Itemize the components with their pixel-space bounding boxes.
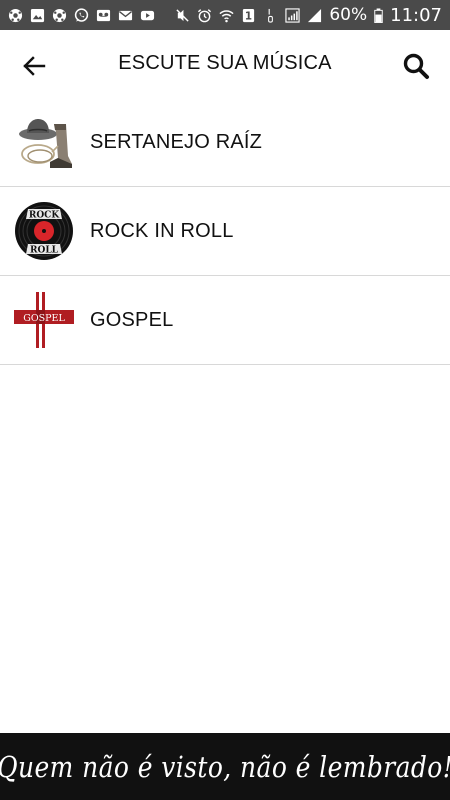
banner-slogan: Quem não é visto, não é lembrado! xyxy=(0,749,450,784)
record-label-bottom: ROLL xyxy=(30,246,59,256)
battery-percentage: 60% xyxy=(329,5,368,25)
footer-banner[interactable]: Quem não é visto, não é lembrado! xyxy=(0,733,450,800)
cowboy-hat-icon xyxy=(14,112,74,172)
record-label-top: ROCK xyxy=(29,211,60,221)
voicemail-icon xyxy=(96,8,111,23)
list-item-sertanejo-raiz[interactable]: SERTANEJO RAÍZ xyxy=(0,98,450,187)
soccer-ball-icon xyxy=(8,8,23,23)
alarm-icon xyxy=(197,8,212,23)
nfc-mute-icon xyxy=(175,8,190,23)
email-icon xyxy=(118,8,133,23)
sim-slot-number: 1 xyxy=(245,10,252,22)
gospel-thumb-text: GOSPEL xyxy=(23,313,65,324)
youtube-icon xyxy=(140,8,155,23)
gospel-cross-icon: GOSPEL xyxy=(14,290,74,350)
status-bar: 1 60% 11:07 xyxy=(0,0,450,30)
search-icon xyxy=(400,53,432,86)
sim-slot-icon: 1 xyxy=(241,8,256,23)
back-button[interactable] xyxy=(16,48,52,84)
notification-icons xyxy=(8,7,155,23)
soccer-ball-icon-2 xyxy=(52,8,67,23)
hd-voice-icon xyxy=(263,8,278,23)
list-item-gospel[interactable]: GOSPEL GOSPEL xyxy=(0,276,450,365)
list-item-label: GOSPEL xyxy=(90,308,174,331)
whatsapp-icon xyxy=(74,7,89,23)
search-button[interactable] xyxy=(400,50,432,82)
genre-list: SERTANEJO RAÍZ ROCK ROLL ROCK IN ROLL GO… xyxy=(0,98,450,365)
system-icons: 1 60% 11:07 xyxy=(175,5,442,26)
arrow-left-icon xyxy=(16,56,52,88)
page-title: ESCUTE SUA MÚSICA xyxy=(118,52,332,74)
list-item-label: ROCK IN ROLL xyxy=(90,219,234,242)
signal-box-icon xyxy=(285,7,300,23)
app-bar: ESCUTE SUA MÚSICA xyxy=(0,30,450,98)
cell-signal-icon xyxy=(307,8,322,23)
list-item-label: SERTANEJO RAÍZ xyxy=(90,130,263,153)
battery-icon xyxy=(374,7,383,23)
wifi-icon xyxy=(219,8,234,23)
image-icon xyxy=(30,8,45,23)
clock: 11:07 xyxy=(390,4,442,26)
rock-roll-record-icon: ROCK ROLL xyxy=(14,201,74,261)
list-item-rock-in-roll[interactable]: ROCK ROLL ROCK IN ROLL xyxy=(0,187,450,276)
